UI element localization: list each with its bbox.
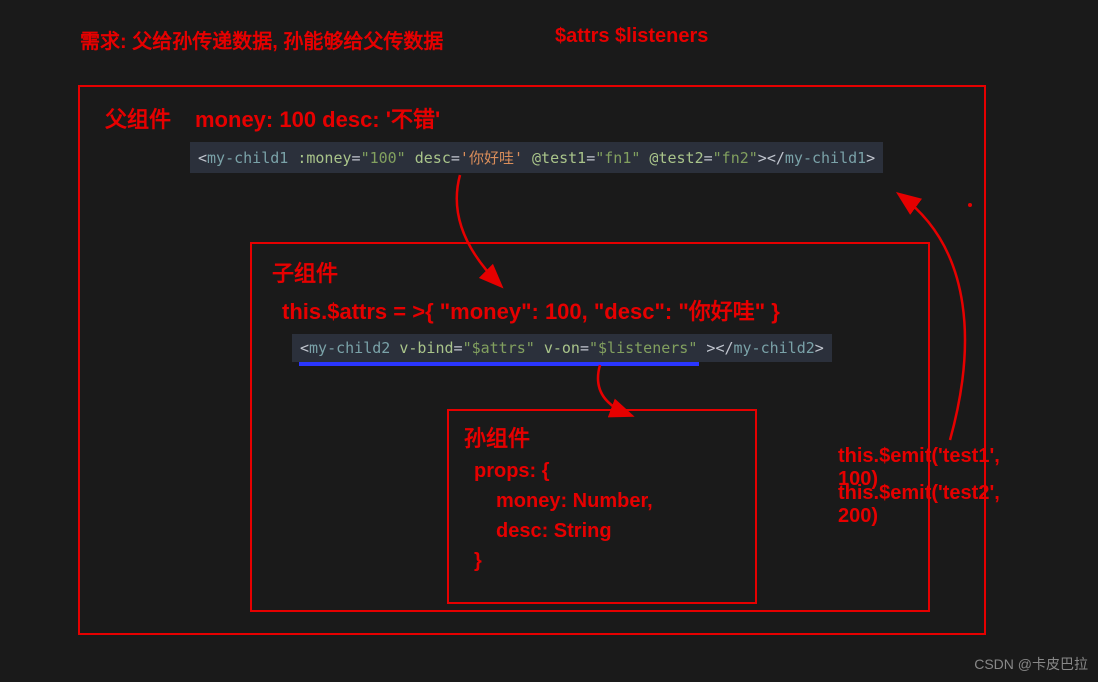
code-attr: :money xyxy=(288,149,351,167)
watermark: CSDN @卡皮巴拉 xyxy=(974,654,1088,674)
code-tag: my-child1 xyxy=(207,149,288,167)
child-label: 子组件 xyxy=(272,256,338,288)
props-desc: desc: String xyxy=(474,516,653,546)
header-left: 需求: 父给孙传递数据, 孙能够给父传数据 xyxy=(80,25,443,54)
code-val: "fn2" xyxy=(713,149,758,167)
blue-underline xyxy=(299,362,699,366)
header-right: $attrs $listeners xyxy=(555,25,708,48)
code-bracket: > xyxy=(758,149,767,167)
code-attr: v-bind xyxy=(390,339,453,357)
parent-label: 父组件 xyxy=(105,102,171,134)
code-val: ' xyxy=(514,149,523,167)
code-attr: @test1 xyxy=(523,149,586,167)
props-close: } xyxy=(474,546,653,576)
grandchild-label: 孙组件 xyxy=(464,421,530,453)
code-bracket: > xyxy=(866,149,875,167)
code-eq: = xyxy=(451,149,460,167)
child-attrs-line: this.$attrs = >{ "money": 100, "desc": "… xyxy=(282,294,780,326)
grandchild-props: props: { money: Number, desc: String } xyxy=(474,456,653,576)
code-bracket: < xyxy=(300,339,309,357)
code-attr: desc xyxy=(406,149,451,167)
code-attr: @test2 xyxy=(640,149,703,167)
code-val: "$attrs" xyxy=(463,339,535,357)
parent-state: money: 100 desc: '不错' xyxy=(195,102,440,134)
code-eq: = xyxy=(586,149,595,167)
props-open: props: { xyxy=(474,456,653,486)
code-eq: = xyxy=(352,149,361,167)
code-attr: v-on xyxy=(535,339,580,357)
code-bracket: < xyxy=(198,149,207,167)
code-eq: = xyxy=(704,149,713,167)
diagram-canvas: 需求: 父给孙传递数据, 孙能够给父传数据 $attrs $listeners … xyxy=(0,0,1098,682)
child-code-block: <my-child2 v-bind="$attrs" v-on="$listen… xyxy=(292,334,832,362)
code-eq: = xyxy=(580,339,589,357)
parent-component-box: 父组件 money: 100 desc: '不错' <my-child1 :mo… xyxy=(78,85,986,635)
parent-code-block: <my-child1 :money="100" desc='你好哇' @test… xyxy=(190,142,883,173)
code-tag: my-child2 xyxy=(309,339,390,357)
code-val: "$listeners" xyxy=(589,339,697,357)
code-val: ' xyxy=(460,149,469,167)
code-bracket: </ xyxy=(715,339,733,357)
child-component-box: 子组件 this.$attrs = >{ "money": 100, "desc… xyxy=(250,242,930,612)
emit-line-2: this.$emit('test2', 200) xyxy=(838,482,1000,528)
code-val: "100" xyxy=(361,149,406,167)
code-eq: = xyxy=(454,339,463,357)
grandchild-component-box: 孙组件 props: { money: Number, desc: String… xyxy=(447,409,757,604)
code-val: 你好哇 xyxy=(469,149,514,167)
code-val: "fn1" xyxy=(595,149,640,167)
props-money: money: Number, xyxy=(474,486,653,516)
code-tag: my-child2 xyxy=(734,339,815,357)
code-tag: my-child1 xyxy=(785,149,866,167)
code-bracket: > xyxy=(815,339,824,357)
code-bracket: </ xyxy=(767,149,785,167)
